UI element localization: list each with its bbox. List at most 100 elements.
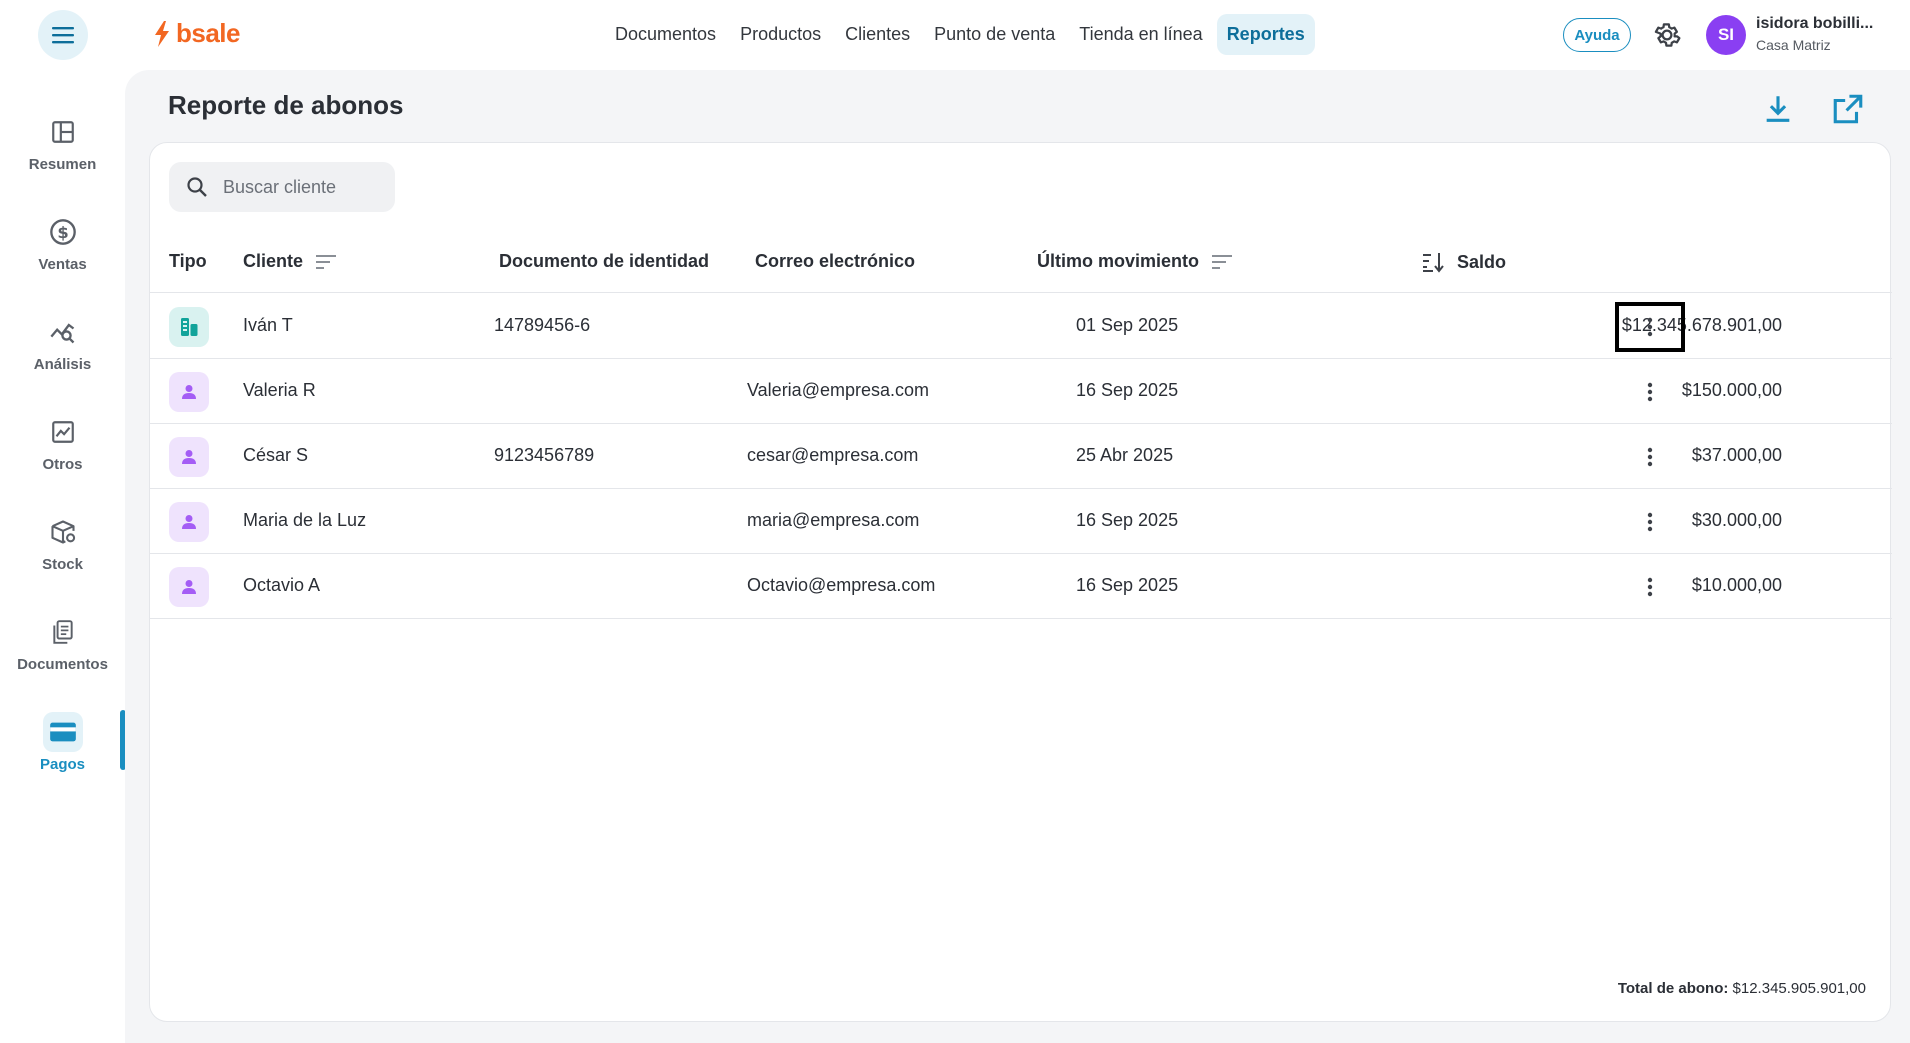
- table-row[interactable]: Octavio A Octavio@empresa.com 16 Sep 202…: [150, 554, 1892, 619]
- sidebar-item-pagos[interactable]: Pagos: [0, 712, 125, 792]
- layout-icon: [43, 112, 83, 152]
- cell-cliente[interactable]: César S: [243, 445, 308, 466]
- total-summary: Total de abono: $12.345.905.901,00: [1618, 980, 1866, 997]
- table-row[interactable]: Valeria R Valeria@empresa.com 16 Sep 202…: [150, 359, 1892, 424]
- help-button[interactable]: Ayuda: [1563, 18, 1631, 52]
- analytics-icon: [43, 312, 83, 352]
- trend-chart-icon: [43, 412, 83, 452]
- cell-ultimo-movimiento: 16 Sep 2025: [1076, 380, 1179, 400]
- cell-cliente[interactable]: Valeria R: [243, 380, 316, 401]
- sidebar-item-label: Pagos: [39, 756, 85, 773]
- bolt-logo-icon: [155, 20, 169, 47]
- user-branch: Casa Matriz: [1756, 37, 1831, 53]
- sidebar-item-resumen[interactable]: Resumen: [0, 112, 125, 192]
- report-card: Tipo Cliente Documento de identidad Corr…: [149, 142, 1892, 1022]
- nav-tienda-en-linea[interactable]: Tienda en línea: [1069, 14, 1212, 55]
- cell-correo: cesar@empresa.com: [747, 445, 919, 465]
- col-label: Saldo: [1457, 251, 1507, 272]
- more-vertical-icon: [1647, 317, 1653, 337]
- nav-documentos[interactable]: Documentos: [605, 14, 726, 55]
- col-label: Cliente: [243, 251, 304, 271]
- nav-clientes[interactable]: Clientes: [835, 14, 920, 55]
- sidebar-item-label: Resumen: [28, 156, 97, 173]
- cell-correo: Valeria@empresa.com: [747, 380, 930, 400]
- main-panel: Reporte de abonos Tipo Cliente Documento…: [125, 70, 1910, 1043]
- sort-icon[interactable]: [315, 253, 337, 271]
- nav-productos[interactable]: Productos: [730, 14, 831, 55]
- menu-button[interactable]: [38, 10, 88, 60]
- col-tipo: Tipo: [169, 251, 207, 272]
- stock-box-icon: [43, 512, 83, 552]
- col-ultimo-movimiento[interactable]: Último movimiento: [1037, 251, 1233, 272]
- avatar[interactable]: SI: [1706, 15, 1746, 55]
- cell-correo: Octavio@empresa.com: [747, 575, 936, 595]
- cell-ultimo-movimiento: 25 Abr 2025: [1076, 445, 1174, 465]
- row-menu-button[interactable]: [1615, 367, 1685, 417]
- search-box[interactable]: [169, 162, 395, 212]
- cell-ultimo-movimiento: 01 Sep 2025: [1076, 315, 1179, 335]
- cell-saldo: $37.000,00: [1691, 445, 1782, 465]
- sidebar-item-analisis[interactable]: Análisis: [0, 312, 125, 392]
- cell-ultimo-movimiento: 16 Sep 2025: [1076, 510, 1179, 530]
- sort-descending-icon[interactable]: [1421, 251, 1445, 273]
- page-title: Reporte de abonos: [168, 90, 404, 120]
- download-icon[interactable]: [1761, 92, 1795, 126]
- sort-icon[interactable]: [1211, 253, 1233, 271]
- more-vertical-icon: [1647, 577, 1653, 597]
- search-icon: [187, 177, 207, 197]
- cell-cliente[interactable]: Maria de la Luz: [243, 510, 366, 531]
- top-bar: bsale Documentos Productos Clientes Punt…: [0, 0, 1910, 70]
- top-nav: Documentos Productos Clientes Punto de v…: [605, 14, 1315, 55]
- sidebar-item-label: Documentos: [17, 656, 108, 673]
- col-saldo[interactable]: Saldo: [1421, 251, 1506, 273]
- brand-logo[interactable]: bsale: [152, 18, 241, 49]
- sidebar-item-otros[interactable]: Otros: [0, 412, 125, 492]
- cell-cliente[interactable]: Octavio A: [243, 575, 320, 596]
- sidebar-item-label: Otros: [42, 456, 83, 473]
- row-menu-button[interactable]: [1615, 302, 1685, 352]
- sidebar-item-ventas[interactable]: $ Ventas: [0, 212, 125, 292]
- gear-icon[interactable]: [1652, 20, 1682, 50]
- cell-correo: maria@empresa.com: [747, 510, 920, 530]
- user-name[interactable]: isidora bobilli...: [1756, 15, 1873, 33]
- person-icon: [169, 502, 209, 542]
- cell-ultimo-movimiento: 16 Sep 2025: [1076, 575, 1179, 595]
- search-input[interactable]: [223, 176, 383, 198]
- external-link-icon[interactable]: [1831, 92, 1865, 126]
- cell-saldo: $10.000,00: [1691, 575, 1782, 595]
- sidebar-item-stock[interactable]: Stock: [0, 512, 125, 592]
- cell-documento: 9123456789: [494, 445, 595, 465]
- col-cliente[interactable]: Cliente: [243, 251, 337, 272]
- col-label: Último movimiento: [1037, 251, 1200, 271]
- person-icon: [169, 372, 209, 412]
- sidebar-item-label: Stock: [42, 556, 83, 573]
- col-correo: Correo electrónico: [755, 251, 915, 272]
- table-row[interactable]: Maria de la Luz maria@empresa.com 16 Sep…: [150, 489, 1892, 554]
- more-vertical-icon: [1647, 447, 1653, 467]
- nav-punto-de-venta[interactable]: Punto de venta: [924, 14, 1065, 55]
- table-row[interactable]: Iván T 14789456-6 01 Sep 2025 $12.345.67…: [150, 294, 1892, 359]
- sidebar-item-label: Análisis: [33, 356, 92, 373]
- brand-name: bsale: [176, 18, 241, 48]
- row-menu-button[interactable]: [1615, 432, 1685, 482]
- person-icon: [169, 567, 209, 607]
- total-label: Total de abono:: [1617, 980, 1729, 997]
- row-menu-button[interactable]: [1615, 562, 1685, 612]
- more-vertical-icon: [1647, 512, 1653, 532]
- nav-reportes[interactable]: Reportes: [1216, 14, 1315, 55]
- sidebar-item-label: Ventas: [38, 256, 87, 273]
- sidebar-item-documentos[interactable]: Documentos: [0, 612, 125, 692]
- person-icon: [169, 437, 209, 477]
- cell-cliente[interactable]: Iván T: [243, 315, 293, 336]
- col-documento: Documento de identidad: [499, 251, 709, 272]
- company-icon: [169, 307, 209, 347]
- total-value: $12.345.905.901,00: [1732, 980, 1866, 997]
- col-label: Tipo: [169, 251, 207, 271]
- hamburger-icon: [52, 27, 74, 44]
- table-row[interactable]: César S 9123456789 cesar@empresa.com 25 …: [150, 424, 1892, 489]
- col-label: Correo electrónico: [755, 251, 916, 271]
- card-icon: [42, 712, 83, 752]
- documents-icon: [43, 612, 83, 652]
- row-menu-button[interactable]: [1615, 497, 1685, 547]
- dollar-icon: $: [43, 212, 83, 252]
